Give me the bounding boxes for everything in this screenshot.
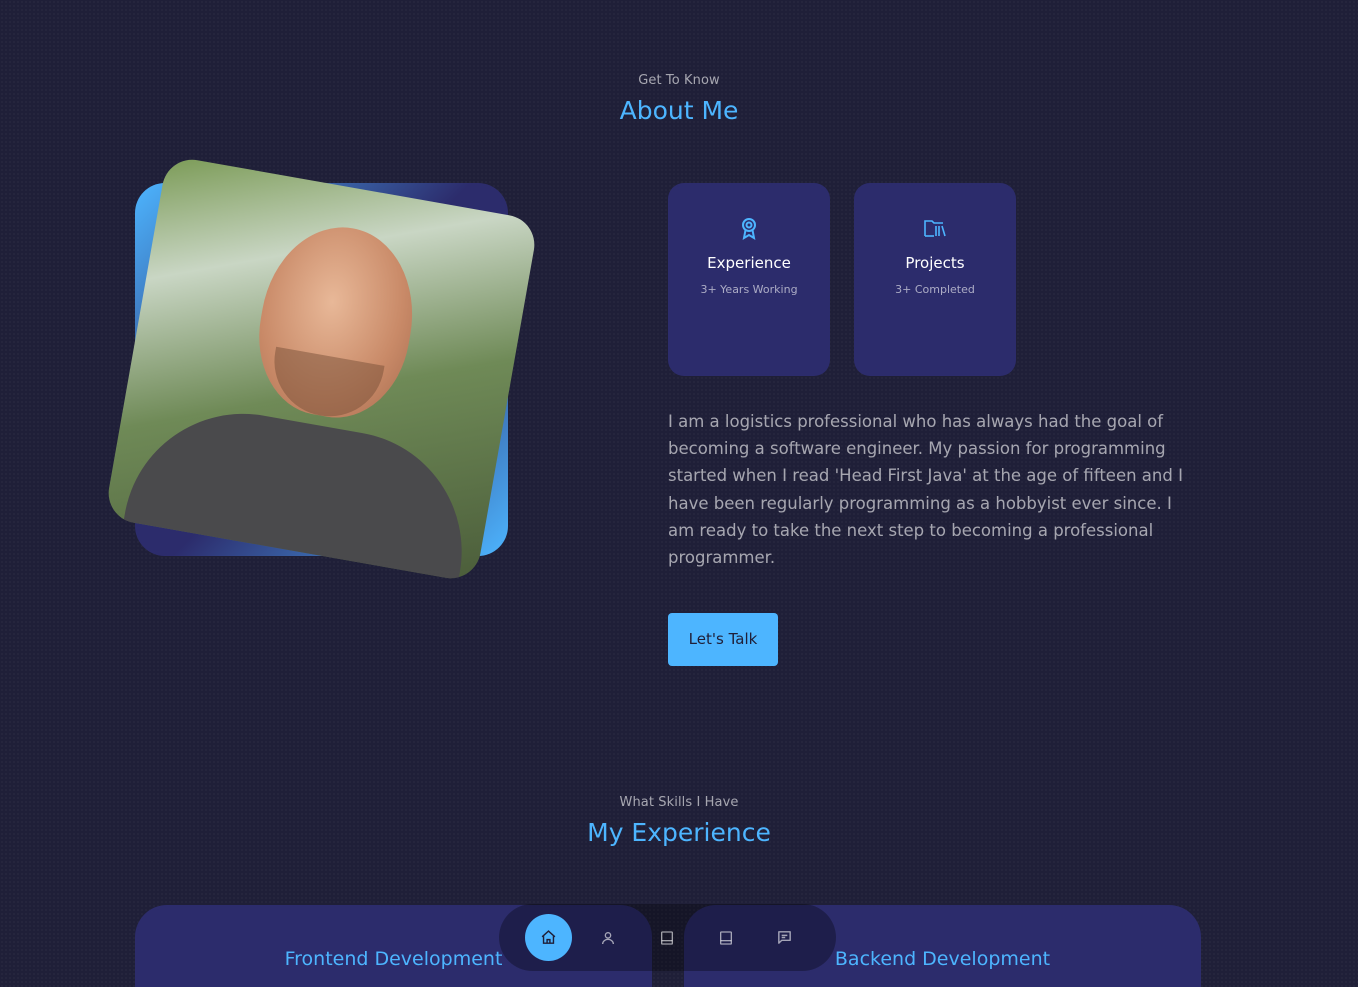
book-icon — [719, 930, 732, 945]
book-icon — [660, 930, 673, 945]
nav-experience[interactable] — [643, 914, 690, 961]
about-subtitle: Get To Know — [638, 73, 720, 88]
message-icon — [778, 931, 791, 944]
experience-title: My Experience — [587, 818, 771, 847]
experience-card-title: Experience — [707, 254, 791, 272]
projects-card: Projects 3+ Completed — [854, 183, 1016, 376]
experience-header: What Skills I Have My Experience — [0, 795, 1358, 847]
nav-home[interactable] — [525, 914, 572, 961]
projects-card-text: 3+ Completed — [895, 283, 975, 296]
experience-card-text: 3+ Years Working — [700, 283, 798, 296]
projects-card-title: Projects — [905, 254, 965, 272]
about-header: Get To Know About Me — [0, 73, 1358, 125]
experience-subtitle: What Skills I Have — [619, 795, 739, 810]
about-bio: I am a logistics professional who has al… — [668, 412, 1183, 568]
nav-contact[interactable] — [761, 914, 808, 961]
award-icon — [742, 218, 756, 240]
experience-card: Experience 3+ Years Working — [668, 183, 830, 376]
home-icon — [541, 930, 556, 944]
user-icon — [601, 931, 614, 944]
nav-portfolio[interactable] — [702, 914, 749, 961]
floating-nav — [499, 904, 836, 971]
about-title: About Me — [619, 96, 739, 125]
folder-library-icon — [924, 220, 946, 237]
nav-about[interactable] — [584, 914, 631, 961]
profile-photo — [103, 155, 540, 583]
lets-talk-button[interactable]: Let's Talk — [668, 613, 778, 666]
